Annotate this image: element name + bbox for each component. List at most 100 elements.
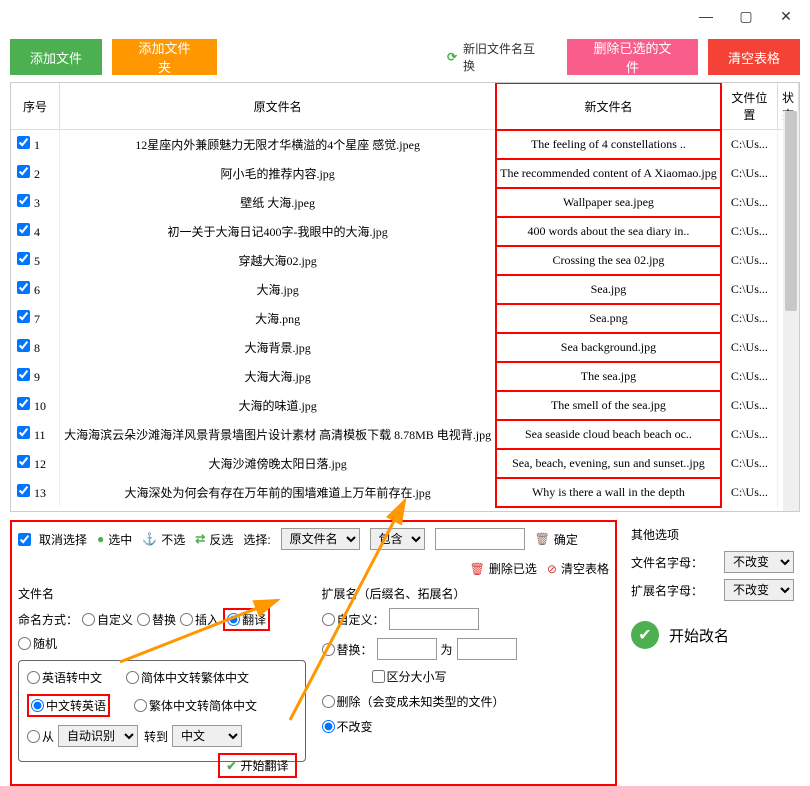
add-file-button[interactable]: 添加文件 — [10, 39, 102, 75]
deselect-button[interactable]: ⚓不选 — [142, 531, 185, 548]
ext-replace-radio[interactable]: 替换： — [322, 641, 373, 658]
to-label: 转到 — [144, 728, 168, 745]
row-checkbox[interactable] — [17, 194, 30, 207]
delete-selected-link[interactable]: 🗑删除已选 — [470, 560, 537, 577]
start-translate-button[interactable]: ✔开始翻译 — [218, 753, 296, 778]
select-label: 选择: — [243, 531, 270, 548]
new-name-cell: The recommended content of A Xiaomao.jpg — [496, 159, 722, 188]
clear-table-link[interactable]: ⊘清空表格 — [547, 560, 609, 577]
row-checkbox[interactable] — [17, 426, 30, 439]
ext-case-label: 扩展名字母： — [631, 582, 703, 599]
clear-table-button[interactable]: 清空表格 — [708, 39, 800, 75]
old-name-cell: 12星座内外兼顾魅力无限才华横溢的4个星座 感觉.jpeg — [60, 130, 496, 160]
ext-delete-radio[interactable]: 删除（会变成未知类型的文件） — [322, 693, 505, 710]
vertical-scrollbar[interactable] — [783, 111, 799, 511]
old-name-cell: 大海.png — [60, 304, 496, 333]
new-name-cell: Wallpaper sea.jpeg — [496, 188, 722, 217]
row-checkbox[interactable] — [17, 223, 30, 236]
location-cell: C:\Us... — [721, 159, 777, 188]
table-row[interactable]: 7大海.pngSea.pngC:\Us... — [11, 304, 799, 333]
to-lang-dropdown[interactable]: 中文 — [172, 725, 242, 747]
fname-case-label: 文件名字母： — [631, 554, 703, 571]
invert-selection-button[interactable]: ⇄反选 — [195, 531, 233, 548]
fname-case-dropdown[interactable]: 不改变 — [724, 551, 794, 573]
from-lang-dropdown[interactable]: 自动识别 — [58, 725, 138, 747]
ext-replace-from-input[interactable] — [377, 638, 437, 660]
location-cell: C:\Us... — [721, 478, 777, 507]
method-random-radio[interactable]: 随机 — [18, 635, 57, 652]
new-name-cell: Sea, beach, evening, sun and sunset..jpg — [496, 449, 722, 478]
new-name-cell: The smell of the sea.jpg — [496, 391, 722, 420]
ext-keep-radio[interactable]: 不改变 — [322, 718, 373, 735]
th-loc[interactable]: 文件位置 — [721, 83, 777, 130]
method-translate-radio[interactable]: 翻译 — [227, 611, 266, 628]
swap-icon: ⟳ — [447, 50, 457, 64]
select-match-dropdown[interactable]: 包含 — [370, 528, 425, 550]
close-button[interactable]: ✕ — [778, 8, 794, 25]
table-row[interactable]: 2阿小毛的推荐内容.jpgThe recommended content of … — [11, 159, 799, 188]
trans-t2s-radio[interactable]: 繁体中文转简体中文 — [134, 697, 257, 714]
cancel-selection-checkbox[interactable]: 取消选择 — [18, 531, 87, 548]
ext-case-dropdown[interactable]: 不改变 — [724, 579, 794, 601]
location-cell: C:\Us... — [721, 246, 777, 275]
row-checkbox[interactable] — [17, 484, 30, 497]
filter-input[interactable] — [435, 528, 525, 550]
table-row[interactable]: 4初一关于大海日记400字-我眼中的大海.jpg400 words about … — [11, 217, 799, 246]
minimize-button[interactable]: — — [698, 8, 714, 24]
delete-selected-button[interactable]: 删除已选的文件 — [567, 39, 698, 75]
th-old[interactable]: 原文件名 — [60, 83, 496, 130]
ok-circle-icon: ✔ — [631, 621, 659, 649]
new-name-cell: Why is there a wall in the depth — [496, 478, 722, 507]
table-row[interactable]: 112星座内外兼顾魅力无限才华横溢的4个星座 感觉.jpegThe feelin… — [11, 130, 799, 160]
row-checkbox[interactable] — [17, 165, 30, 178]
table-row[interactable]: 6大海.jpgSea.jpgC:\Us... — [11, 275, 799, 304]
old-name-cell: 大海背景.jpg — [60, 333, 496, 362]
table-row[interactable]: 3壁纸 大海.jpegWallpaper sea.jpegC:\Us... — [11, 188, 799, 217]
location-cell: C:\Us... — [721, 333, 777, 362]
add-folder-button[interactable]: 添加文件夹 — [112, 39, 217, 75]
table-row[interactable]: 5穿越大海02.jpgCrossing the sea 02.jpgC:\Us.… — [11, 246, 799, 275]
old-name-cell: 穿越大海02.jpg — [60, 246, 496, 275]
row-checkbox[interactable] — [17, 455, 30, 468]
table-row[interactable]: 10大海的味道.jpgThe smell of the sea.jpgC:\Us… — [11, 391, 799, 420]
new-name-cell: The sea.jpg — [496, 362, 722, 391]
method-custom-radio[interactable]: 自定义 — [82, 611, 133, 628]
table-row[interactable]: 12大海沙滩傍晚太阳日落.jpgSea, beach, evening, sun… — [11, 449, 799, 478]
location-cell: C:\Us... — [721, 188, 777, 217]
th-seq[interactable]: 序号 — [11, 83, 60, 130]
table-row[interactable]: 9大海大海.jpgThe sea.jpgC:\Us... — [11, 362, 799, 391]
trans-en2cn-radio[interactable]: 英语转中文 — [27, 669, 102, 686]
table-row[interactable]: 8大海背景.jpgSea background.jpgC:\Us... — [11, 333, 799, 362]
row-checkbox[interactable] — [17, 281, 30, 294]
ext-replace-to-input[interactable] — [457, 638, 517, 660]
row-checkbox[interactable] — [17, 368, 30, 381]
row-checkbox[interactable] — [17, 339, 30, 352]
select-all-button[interactable]: ●选中 — [97, 531, 132, 548]
trans-cn2en-radio[interactable]: 中文转英语 — [31, 697, 106, 714]
confirm-filter-button[interactable]: 🗑确定 — [535, 531, 578, 548]
row-checkbox[interactable] — [17, 252, 30, 265]
trans-s2t-radio[interactable]: 简体中文转繁体中文 — [126, 669, 249, 686]
method-insert-radio[interactable]: 插入 — [180, 611, 219, 628]
ext-custom-input[interactable] — [389, 608, 479, 630]
row-checkbox[interactable] — [17, 310, 30, 323]
new-name-cell: Crossing the sea 02.jpg — [496, 246, 722, 275]
old-name-cell: 初一关于大海日记400字-我眼中的大海.jpg — [60, 217, 496, 246]
swap-names-button[interactable]: ⟳ 新旧文件名互换 — [447, 40, 547, 74]
row-checkbox[interactable] — [17, 136, 30, 149]
select-source-dropdown[interactable]: 原文件名 — [281, 528, 360, 550]
th-new[interactable]: 新文件名 — [496, 83, 722, 130]
location-cell: C:\Us... — [721, 304, 777, 333]
old-name-cell: 大海海滨云朵沙滩海洋风景背景墙图片设计素材 高清模板下载 8.78MB 电视背.… — [60, 420, 496, 449]
table-row[interactable]: 11大海海滨云朵沙滩海洋风景背景墙图片设计素材 高清模板下载 8.78MB 电视… — [11, 420, 799, 449]
maximize-button[interactable]: ▢ — [738, 8, 754, 25]
ext-custom-radio[interactable]: 自定义： — [322, 611, 385, 628]
row-checkbox[interactable] — [17, 397, 30, 410]
start-rename-button[interactable]: ✔ 开始改名 — [631, 621, 794, 649]
table-row[interactable]: 13大海深处为何会有存在万年前的围墙难道上万年前存在.jpgWhy is the… — [11, 478, 799, 507]
method-replace-radio[interactable]: 替换 — [137, 611, 176, 628]
old-name-cell: 大海的味道.jpg — [60, 391, 496, 420]
filename-section-label: 文件名 — [18, 585, 306, 602]
ext-case-checkbox[interactable]: 区分大小写 — [372, 668, 447, 685]
trans-from-radio[interactable]: 从 — [27, 728, 54, 745]
